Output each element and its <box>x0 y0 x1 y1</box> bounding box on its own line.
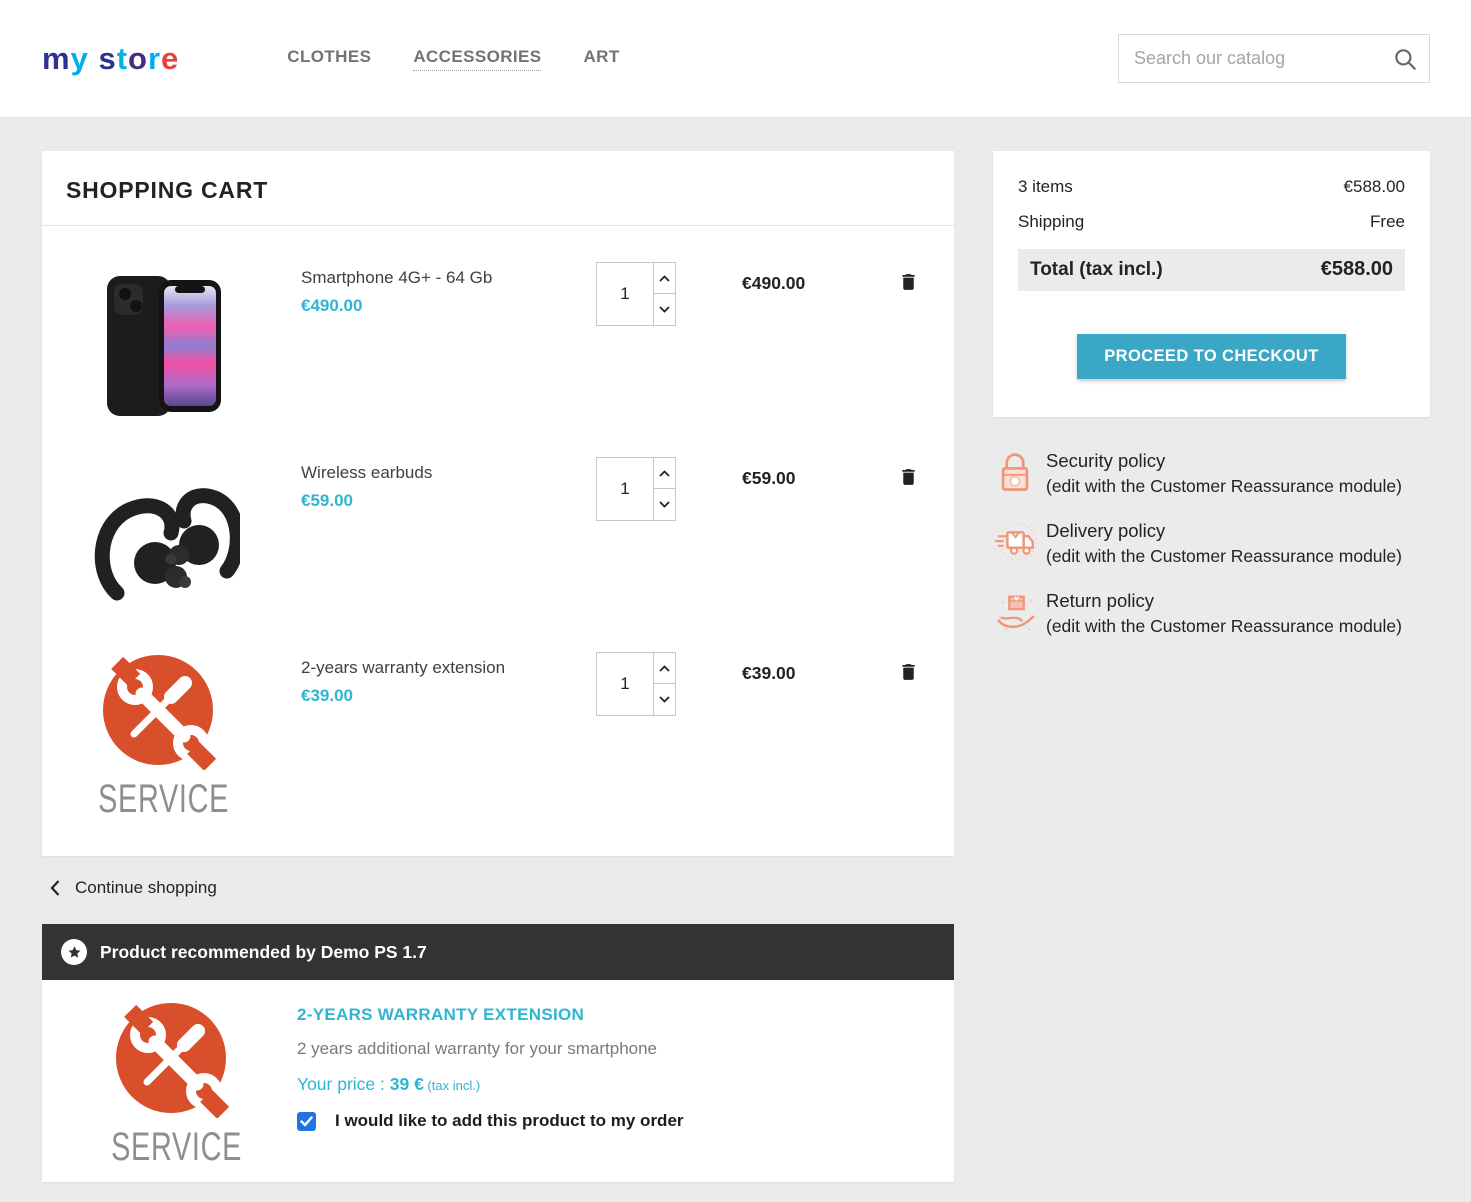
cart-row-smartphone: Smartphone 4G+ - 64 Gb €490.00 <box>75 260 954 430</box>
trash-icon <box>898 270 919 294</box>
policy-description: (edit with the Customer Reassurance modu… <box>993 614 1430 639</box>
search-box <box>1118 34 1430 83</box>
policy-description: (edit with the Customer Reassurance modu… <box>993 544 1430 569</box>
policy-title: Return policy <box>993 588 1430 614</box>
total-label: Total (tax incl.) <box>1030 259 1163 281</box>
product-name[interactable]: Smartphone 4G+ - 64 Gb <box>301 268 596 288</box>
product-line-total: €490.00 <box>742 273 898 430</box>
policy-description: (edit with the Customer Reassurance modu… <box>993 474 1430 499</box>
product-name[interactable]: Wireless earbuds <box>301 463 596 483</box>
nav-item-clothes[interactable]: CLOTHES <box>287 47 371 71</box>
shopping-cart-card: SHOPPING CART <box>42 151 954 856</box>
proceed-to-checkout-button[interactable]: PROCEED TO CHECKOUT <box>1077 334 1345 379</box>
quantity-decrease-button[interactable] <box>653 684 675 715</box>
quantity-increase-button[interactable] <box>653 458 675 489</box>
nav-item-accessories[interactable]: ACCESSORIES <box>413 47 541 71</box>
remove-item-button[interactable] <box>898 270 919 297</box>
shipping-value: Free <box>1370 212 1405 232</box>
quantity-input[interactable] <box>597 458 653 520</box>
product-line-total: €39.00 <box>742 663 898 820</box>
service-badge-text: SERVICE <box>98 778 217 820</box>
service-badge-text: SERVICE <box>111 1126 230 1168</box>
total-value: €588.00 <box>1321 258 1393 281</box>
items-count: 3 items <box>1018 177 1073 197</box>
policy-delivery: Delivery policy (edit with the Customer … <box>993 518 1430 569</box>
price-label: Your price : <box>297 1074 390 1094</box>
product-unit-price: €39.00 <box>301 686 596 706</box>
store-logo[interactable]: my store <box>42 41 179 77</box>
cart-total-band: Total (tax incl.) €588.00 <box>1018 249 1405 291</box>
policy-title: Security policy <box>993 448 1430 474</box>
quantity-stepper <box>596 262 676 326</box>
reassurance-policies: Security policy (edit with the Customer … <box>993 448 1430 639</box>
recommended-product-price: Your price : 39 € (tax incl.) <box>297 1074 684 1095</box>
recommendation-header: Product recommended by Demo PS 1.7 <box>42 924 954 980</box>
recommendation-section: Product recommended by Demo PS 1.7 SERVI… <box>42 924 954 1182</box>
product-image-service[interactable]: SERVICE <box>75 650 240 820</box>
trash-icon <box>898 660 919 684</box>
policy-security: Security policy (edit with the Customer … <box>993 448 1430 499</box>
recommended-product-image[interactable]: SERVICE <box>88 998 253 1168</box>
quantity-increase-button[interactable] <box>653 263 675 294</box>
product-name[interactable]: 2-years warranty extension <box>301 658 596 678</box>
quantity-stepper <box>596 652 676 716</box>
recommendation-body: SERVICE 2-YEARS WARRANTY EXTENSION 2 yea… <box>42 980 954 1182</box>
remove-item-button[interactable] <box>898 465 919 492</box>
search-input[interactable] <box>1118 34 1430 83</box>
remove-item-button[interactable] <box>898 660 919 687</box>
main-nav: CLOTHES ACCESSORIES ART <box>179 47 619 71</box>
items-total: €588.00 <box>1344 177 1405 197</box>
search-icon[interactable] <box>1392 46 1418 72</box>
site-header: my store CLOTHES ACCESSORIES ART <box>0 0 1471 118</box>
cart-items-list: Smartphone 4G+ - 64 Gb €490.00 <box>42 226 954 856</box>
truck-icon <box>993 518 1041 568</box>
product-image-smartphone[interactable] <box>75 260 240 430</box>
star-icon <box>61 939 87 965</box>
nav-item-art[interactable]: ART <box>583 47 619 71</box>
chevron-left-icon <box>50 880 60 896</box>
quantity-increase-button[interactable] <box>653 653 675 684</box>
cart-summary-card: 3 items €588.00 Shipping Free Total (tax… <box>993 151 1430 417</box>
recommendation-header-label: Product recommended by Demo PS 1.7 <box>100 942 427 963</box>
add-product-checkbox[interactable] <box>297 1112 316 1131</box>
add-product-checkbox-label[interactable]: I would like to add this product to my o… <box>335 1111 684 1131</box>
product-image-earbuds[interactable] <box>75 455 240 625</box>
price-tax-note: (tax incl.) <box>424 1078 480 1093</box>
cart-row-earbuds: Wireless earbuds €59.00 <box>75 455 954 625</box>
quantity-input[interactable] <box>597 263 653 325</box>
recommended-product-title[interactable]: 2-YEARS WARRANTY EXTENSION <box>297 1005 684 1025</box>
page-title: SHOPPING CART <box>66 177 930 204</box>
price-value: 39 € <box>390 1074 424 1094</box>
quantity-input[interactable] <box>597 653 653 715</box>
lock-icon <box>993 448 1041 498</box>
policy-title: Delivery policy <box>993 518 1430 544</box>
quantity-decrease-button[interactable] <box>653 489 675 520</box>
product-unit-price: €59.00 <box>301 491 596 511</box>
return-box-icon <box>993 588 1041 638</box>
product-line-total: €59.00 <box>742 468 898 625</box>
quantity-stepper <box>596 457 676 521</box>
policy-return: Return policy (edit with the Customer Re… <box>993 588 1430 639</box>
cart-row-warranty: SERVICE 2-years warranty extension €39.0… <box>75 650 954 820</box>
recommended-product-description: 2 years additional warranty for your sma… <box>297 1039 684 1059</box>
continue-shopping-link[interactable]: Continue shopping <box>50 878 310 898</box>
product-unit-price: €490.00 <box>301 296 596 316</box>
shipping-label: Shipping <box>1018 212 1084 232</box>
continue-shopping-label: Continue shopping <box>75 878 217 898</box>
trash-icon <box>898 465 919 489</box>
quantity-decrease-button[interactable] <box>653 294 675 325</box>
